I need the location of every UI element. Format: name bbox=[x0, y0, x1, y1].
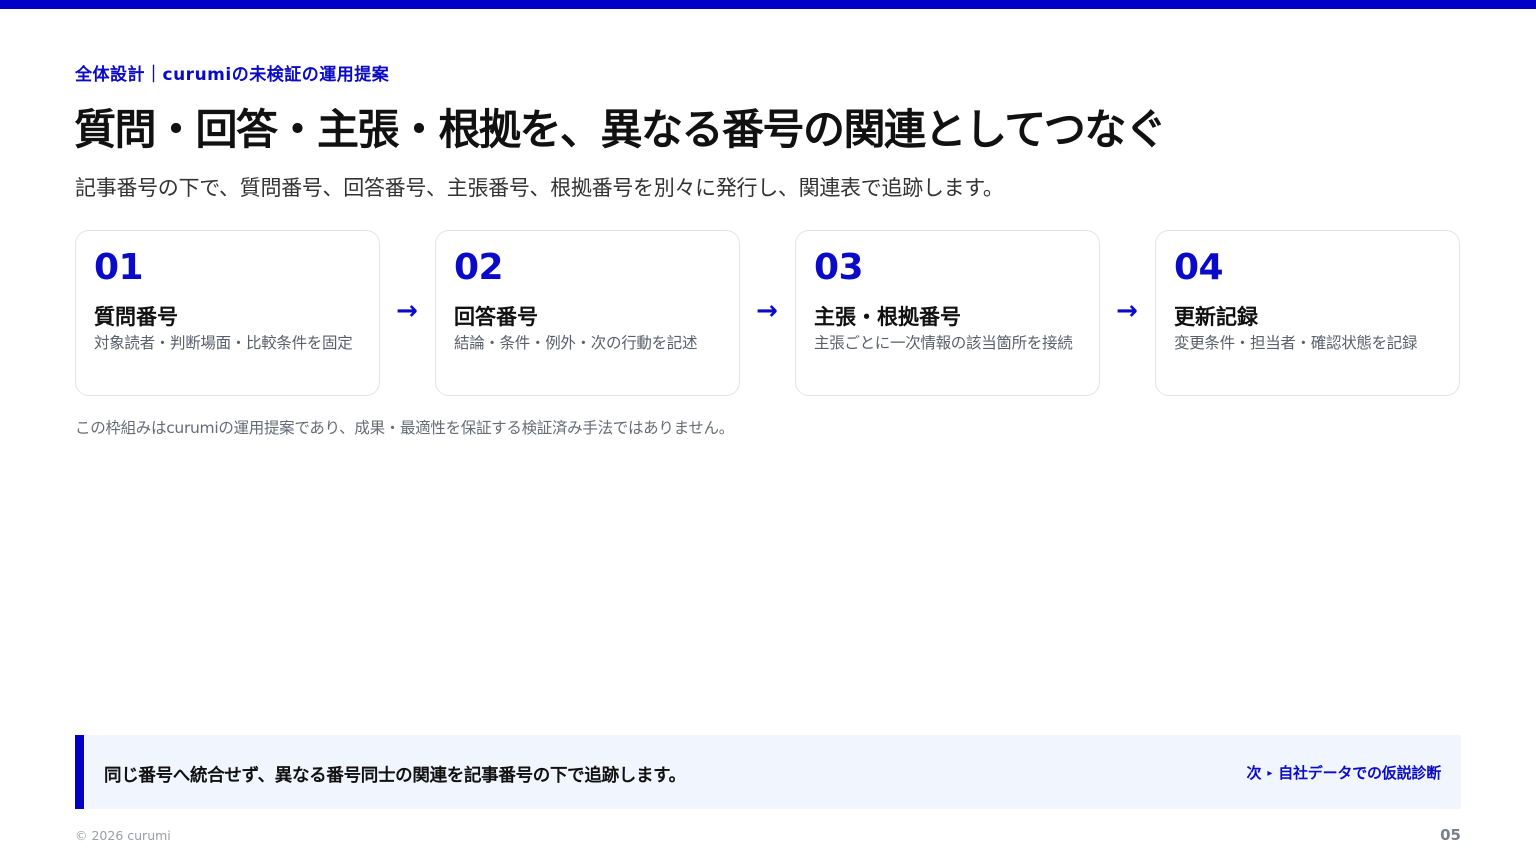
next-label: 次 bbox=[1246, 764, 1262, 782]
step-title: 回答番号 bbox=[454, 305, 538, 329]
step-title: 更新記録 bbox=[1174, 305, 1258, 329]
arrow-right-icon: → bbox=[396, 296, 418, 326]
disclaimer-note: この枠組みはcurumiの運用提案であり、成果・最適性を保証する検証済み手法では… bbox=[75, 419, 734, 437]
step-number: 03 bbox=[814, 247, 864, 288]
copyright: © 2026 curumi bbox=[75, 828, 171, 843]
summary-callout: 同じ番号へ統合せず、異なる番号同士の関連を記事番号の下で追跡します。 次 ▸ 自社デ… bbox=[75, 735, 1461, 809]
step-number: 04 bbox=[1174, 247, 1224, 288]
step-card-3: 03 主張・根拠番号 主張ごとに一次情報の該当箇所を接続 bbox=[795, 230, 1100, 396]
step-description: 対象読者・判断場面・比較条件を固定 bbox=[94, 334, 353, 352]
page-number: 05 bbox=[1440, 826, 1461, 844]
step-card-1: 01 質問番号 対象読者・判断場面・比較条件を固定 bbox=[75, 230, 380, 396]
summary-text: 同じ番号へ統合せず、異なる番号同士の関連を記事番号の下で追跡します。 bbox=[104, 766, 686, 786]
step-description: 結論・条件・例外・次の行動を記述 bbox=[454, 334, 698, 352]
section-eyebrow: 全体設計｜curumiの未検証の運用提案 bbox=[75, 65, 390, 85]
step-flow: 01 質問番号 対象読者・判断場面・比較条件を固定 → 02 回答番号 結論・条… bbox=[75, 230, 1461, 398]
triangle-right-icon: ▸ bbox=[1267, 768, 1273, 779]
step-card-4: 04 更新記録 変更条件・担当者・確認状態を記録 bbox=[1155, 230, 1460, 396]
step-title: 質問番号 bbox=[94, 305, 178, 329]
step-description: 変更条件・担当者・確認状態を記録 bbox=[1174, 334, 1418, 352]
arrow-right-icon: → bbox=[1116, 296, 1138, 326]
top-accent-bar bbox=[0, 0, 1536, 9]
step-description: 主張ごとに一次情報の該当箇所を接続 bbox=[814, 334, 1073, 352]
page-title: 質問・回答・主張・根拠を、異なる番号の関連としてつなぐ bbox=[74, 105, 1167, 154]
step-card-2: 02 回答番号 結論・条件・例外・次の行動を記述 bbox=[435, 230, 740, 396]
step-number: 01 bbox=[94, 247, 144, 288]
step-number: 02 bbox=[454, 247, 504, 288]
next-target: 自社データでの仮説診断 bbox=[1278, 764, 1441, 782]
next-section-link[interactable]: 次 ▸ 自社データでの仮説診断 bbox=[1246, 762, 1442, 783]
step-title: 主張・根拠番号 bbox=[814, 305, 961, 329]
page-subtitle: 記事番号の下で、質問番号、回答番号、主張番号、根拠番号を別々に発行し、関連表で追… bbox=[75, 176, 1004, 200]
arrow-right-icon: → bbox=[756, 296, 778, 326]
